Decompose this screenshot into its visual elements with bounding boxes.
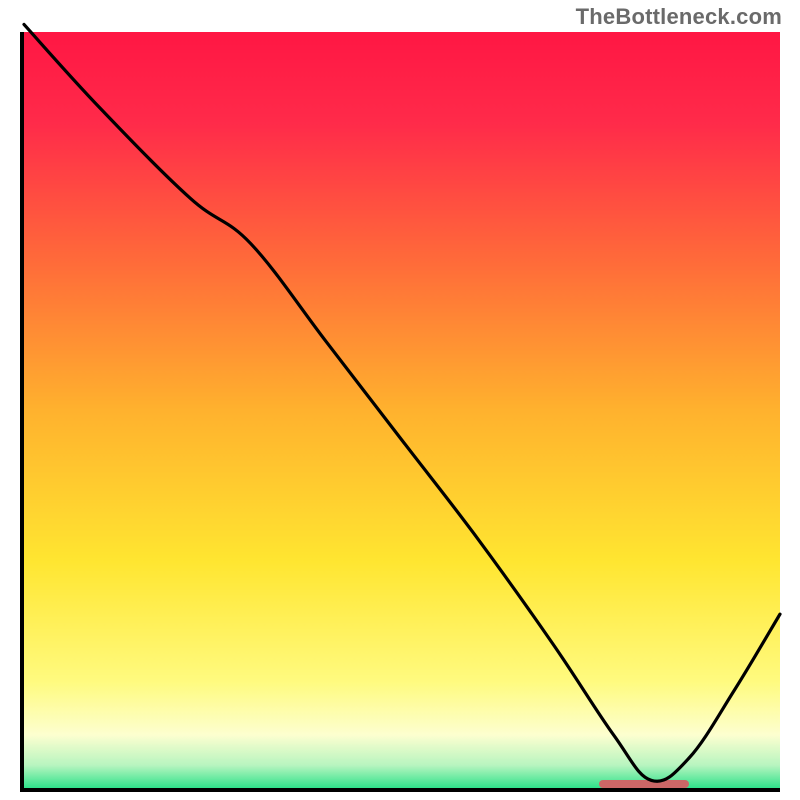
chart-container: TheBottleneck.com: [0, 0, 800, 800]
plot-axes: [20, 32, 780, 792]
watermark-text: TheBottleneck.com: [576, 4, 782, 30]
plot-area: [24, 32, 780, 788]
bottleneck-curve: [24, 32, 780, 788]
